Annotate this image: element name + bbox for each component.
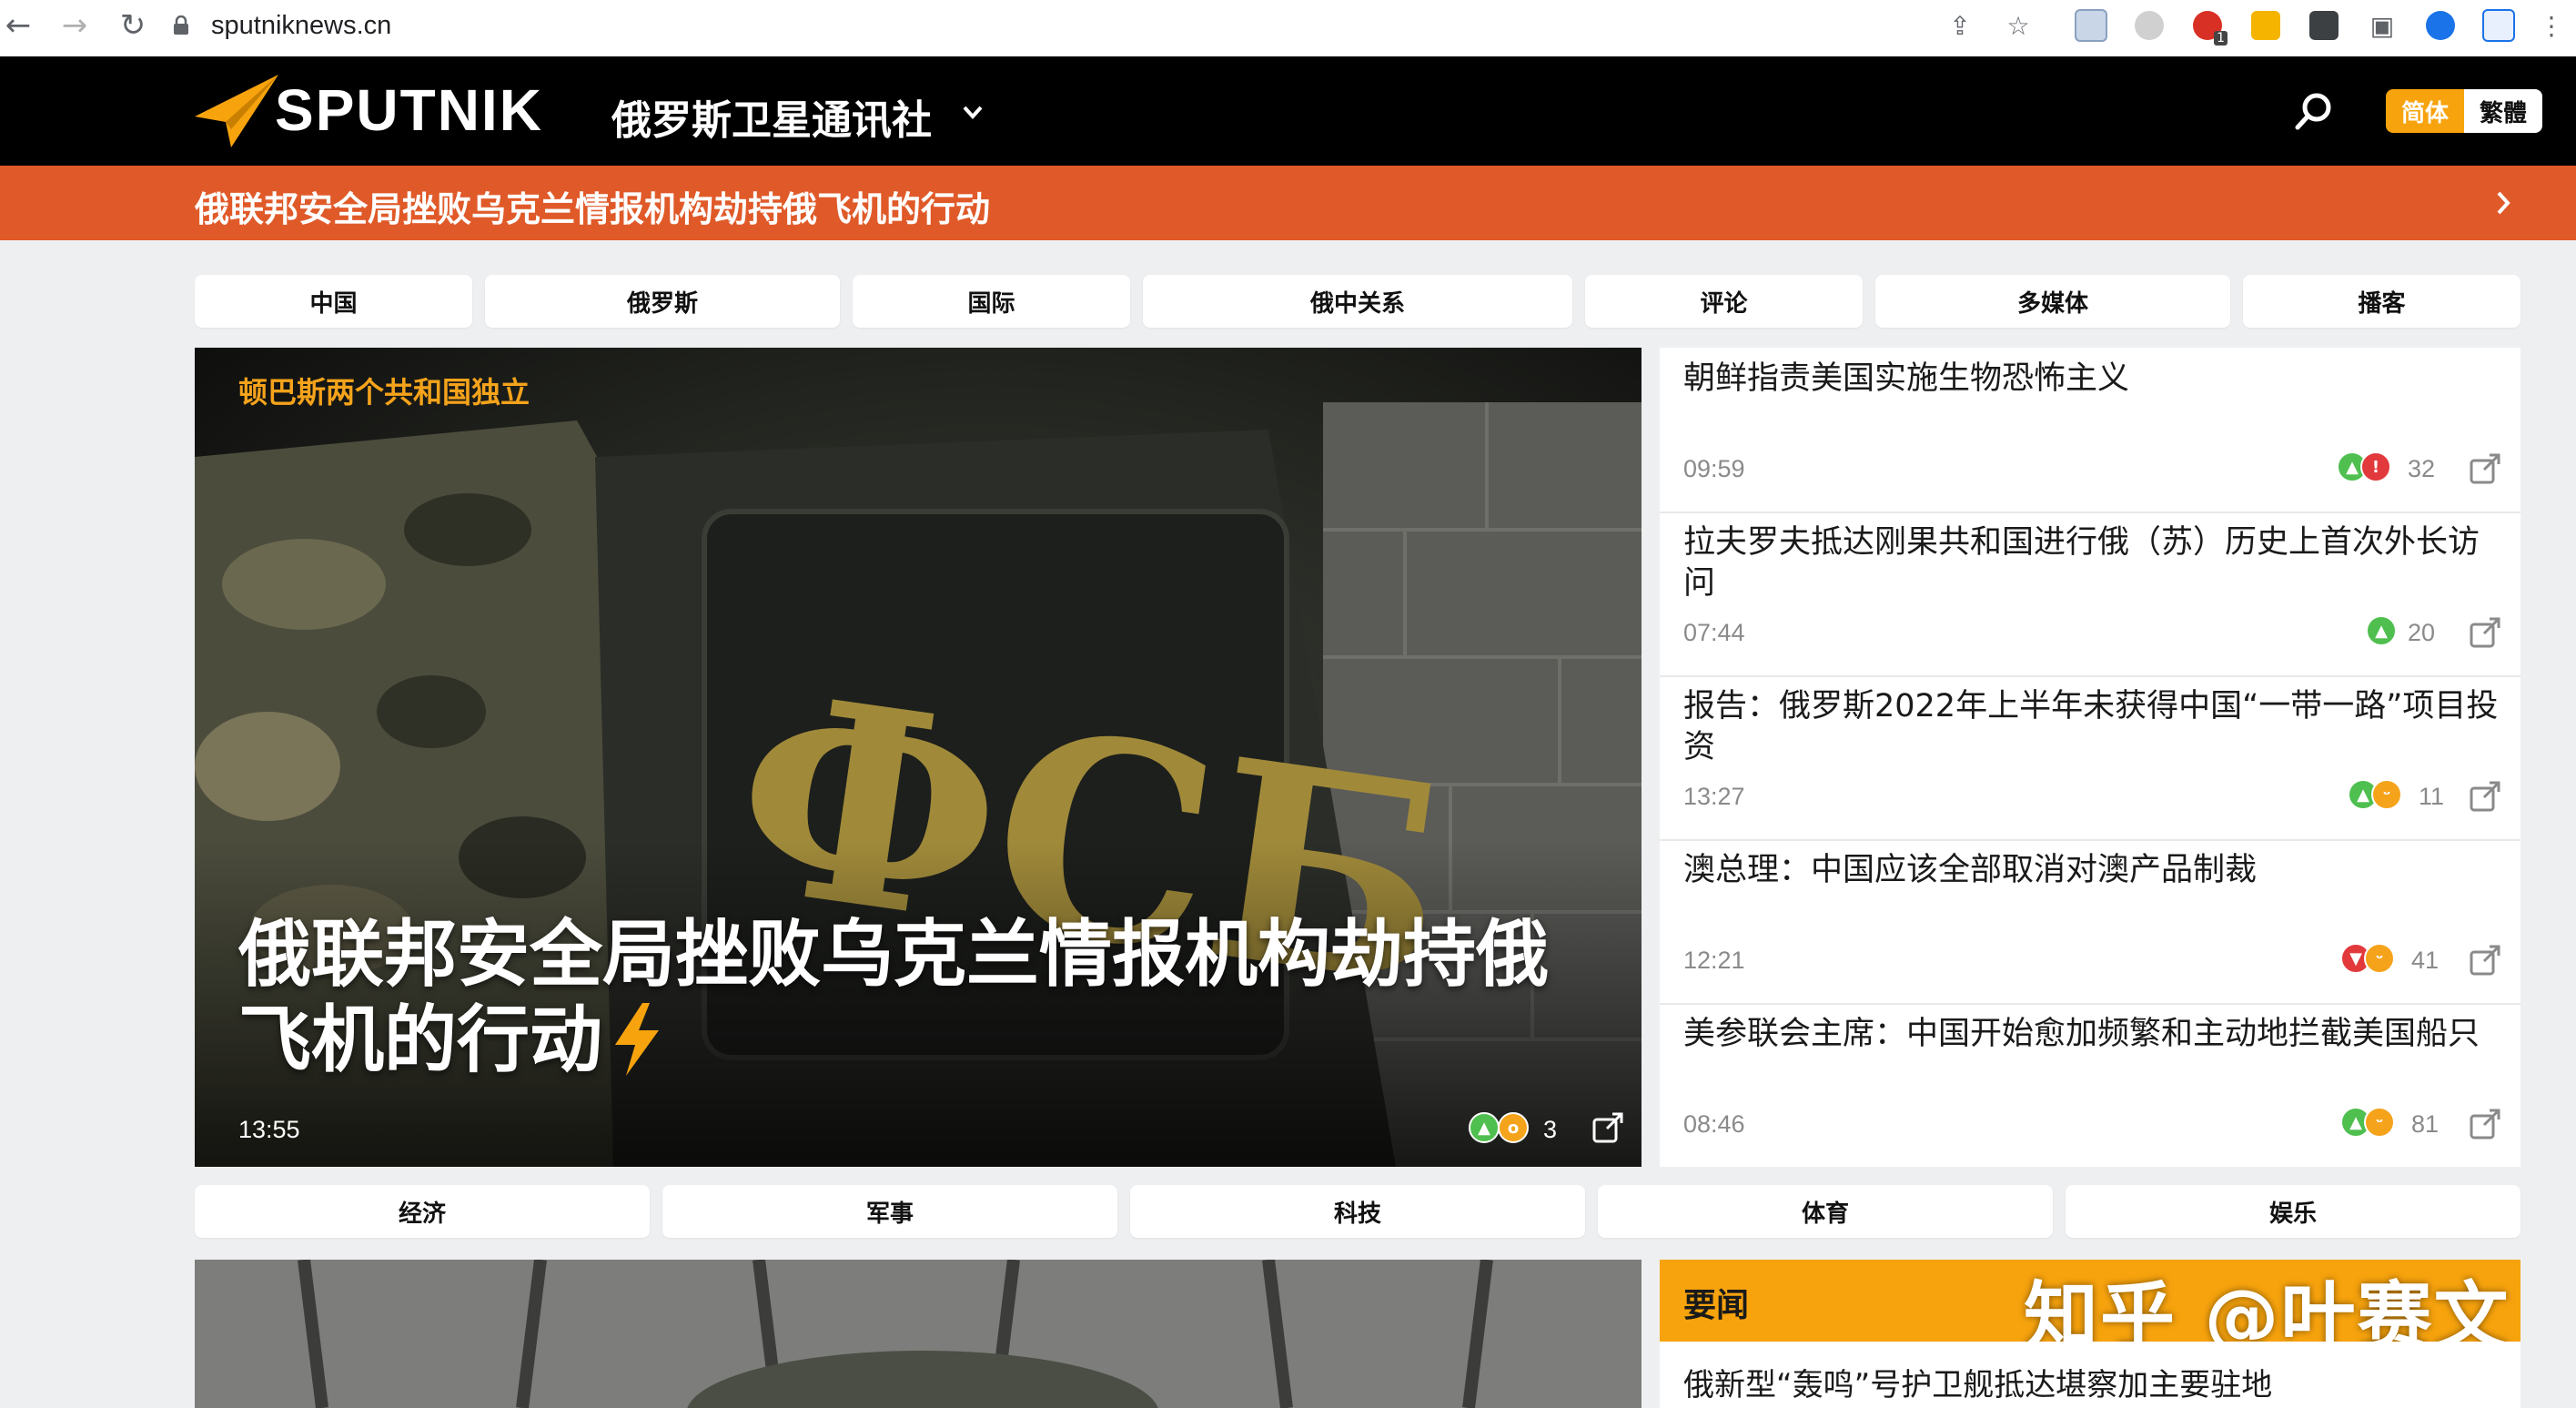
- adblock-extension-icon[interactable]: 1: [2189, 7, 2227, 46]
- bookmark-star-icon[interactable]: ☆: [2000, 7, 2036, 44]
- hero-title[interactable]: 俄联邦安全局挫败乌克兰情报机构劫持俄飞机的行动: [238, 912, 1585, 1083]
- back-arrow-icon[interactable]: ←: [0, 7, 36, 44]
- like-reaction-icon[interactable]: ▲: [2366, 615, 2397, 646]
- list-item[interactable]: 美参联会主席：中国开始愈加频繁和主动地拦截美国船只 08:46 ▲ ᵕ 81: [1660, 1003, 2520, 1167]
- list-item[interactable]: 拉夫罗夫抵达刚果共和国进行俄（苏）历史上首次外长访问 07:44 ▲ 20: [1660, 512, 2520, 677]
- lock-icon: [174, 15, 188, 35]
- tab-russia[interactable]: 俄罗斯: [485, 275, 840, 328]
- list-item-time: 08:46: [1683, 1110, 1745, 1138]
- share-icon[interactable]: [2468, 1107, 2502, 1141]
- menu-extension-icon[interactable]: [2306, 7, 2342, 44]
- list-item-count: 81: [2411, 1110, 2440, 1138]
- list-item-time: 07:44: [1683, 619, 1745, 646]
- reload-icon[interactable]: ↻: [115, 7, 151, 44]
- address-bar[interactable]: sputniknews.cn: [171, 5, 1991, 46]
- news-list: 朝鲜指责美国实施生物恐怖主义 09:59 ▲ ! 32 拉夫罗夫抵达刚果共和国进…: [1660, 348, 2520, 1167]
- hero-kicker[interactable]: 顿巴斯两个共和国独立: [238, 370, 530, 411]
- logo-text[interactable]: SPUTNIK: [275, 76, 543, 144]
- tab-sports[interactable]: 体育: [1598, 1185, 2053, 1238]
- breaking-news-text[interactable]: 俄联邦安全局挫败乌克兰情报机构劫持俄飞机的行动: [195, 181, 990, 231]
- share-icon[interactable]: [2468, 779, 2502, 814]
- image-extension-icon[interactable]: [2073, 7, 2109, 44]
- camera-extension-icon[interactable]: ▣: [2364, 7, 2400, 44]
- url-text: sputniknews.cn: [211, 10, 392, 40]
- list-item[interactable]: 朝鲜指责美国实施生物恐怖主义 09:59 ▲ ! 32: [1660, 348, 2520, 513]
- more-menu-icon[interactable]: ⋮: [2533, 7, 2570, 44]
- tab-russia-china[interactable]: 俄中关系: [1143, 275, 1572, 328]
- tab-economy[interactable]: 经济: [195, 1185, 650, 1238]
- laugh-reaction-icon[interactable]: ᵕ: [2371, 779, 2402, 810]
- video-extension-icon[interactable]: [2422, 7, 2459, 44]
- list-item-title[interactable]: 美参联会主席：中国开始愈加频繁和主动地拦截美国船只: [1683, 1014, 2502, 1055]
- dark-mode-extension-icon[interactable]: [2131, 7, 2167, 44]
- hero-reaction-count: 3: [1543, 1116, 1558, 1143]
- chevron-down-icon[interactable]: [959, 98, 986, 126]
- yellow-extension-icon[interactable]: [2248, 7, 2284, 44]
- chevron-right-icon[interactable]: [2490, 187, 2517, 218]
- tab-china[interactable]: 中国: [195, 275, 472, 328]
- hero-time: 13:55: [238, 1116, 300, 1143]
- lang-simplified-button[interactable]: 简体: [2386, 89, 2464, 133]
- tab-podcast[interactable]: 播客: [2243, 275, 2520, 328]
- tab-military[interactable]: 军事: [662, 1185, 1117, 1238]
- laugh-reaction-icon[interactable]: ᵕ: [2364, 943, 2395, 974]
- site-name[interactable]: 俄罗斯卫星通讯社: [611, 87, 932, 146]
- list-item-time: 09:59: [1683, 455, 1745, 482]
- list-item-count: 20: [2408, 619, 2436, 646]
- tab-opinion[interactable]: 评论: [1585, 275, 1863, 328]
- search-icon[interactable]: [2293, 91, 2335, 133]
- top-news-item-title[interactable]: 俄新型“轰鸣”号护卫舰抵达堪察加主要驻地: [1683, 1360, 2272, 1404]
- list-item-title[interactable]: 朝鲜指责美国实施生物恐怖主义: [1683, 359, 2502, 400]
- list-item[interactable]: 澳总理：中国应该全部取消对澳产品制裁 12:21 ▼ ᵕ 41: [1660, 839, 2520, 1005]
- language-switch: 简体 繁體: [2386, 89, 2542, 133]
- lang-traditional-button[interactable]: 繁體: [2464, 89, 2542, 133]
- share-icon[interactable]: [2468, 943, 2502, 977]
- hero-article[interactable]: ФСБ 顿巴斯两个共和国独立 俄联邦安全局挫败乌克兰情报机构劫持俄飞机的行动 1…: [195, 348, 1642, 1167]
- share-icon[interactable]: [2468, 451, 2502, 486]
- list-item-title[interactable]: 澳总理：中国应该全部取消对澳产品制裁: [1683, 850, 2502, 891]
- list-item-count: 41: [2411, 947, 2440, 974]
- like-reaction-icon[interactable]: ▲: [1469, 1112, 1500, 1143]
- secondary-article-image[interactable]: [195, 1260, 1642, 1408]
- sputnik-logo-icon[interactable]: [195, 75, 278, 147]
- list-item-count: 11: [2419, 783, 2445, 810]
- tab-tech[interactable]: 科技: [1130, 1185, 1585, 1238]
- extension-badge: 1: [2214, 31, 2227, 46]
- wow-reaction-icon[interactable]: o: [1498, 1112, 1529, 1143]
- forest-photo: [195, 1260, 1642, 1408]
- top-news-label: 要闻: [1683, 1287, 1750, 1324]
- translate-extension-icon[interactable]: [2480, 7, 2517, 44]
- forward-arrow-icon[interactable]: →: [56, 7, 93, 44]
- list-item-title[interactable]: 拉夫罗夫抵达刚果共和国进行俄（苏）历史上首次外长访问: [1683, 522, 2502, 604]
- list-item-time: 12:21: [1683, 947, 1745, 974]
- tab-multimedia[interactable]: 多媒体: [1875, 275, 2230, 328]
- share-page-icon[interactable]: ⇪: [1942, 7, 1978, 44]
- angry-reaction-icon[interactable]: !: [2360, 451, 2391, 482]
- laugh-reaction-icon[interactable]: ᵕ: [2364, 1107, 2395, 1138]
- share-icon[interactable]: [1591, 1110, 1625, 1145]
- lightning-icon: [615, 1003, 659, 1076]
- list-item-title[interactable]: 报告：俄罗斯2022年上半年未获得中国“一带一路”项目投资: [1683, 686, 2502, 768]
- tab-international[interactable]: 国际: [853, 275, 1130, 328]
- list-item-count: 32: [2408, 455, 2436, 482]
- list-item[interactable]: 报告：俄罗斯2022年上半年未获得中国“一带一路”项目投资 13:27 ▲ ᵕ …: [1660, 675, 2520, 841]
- share-icon[interactable]: [2468, 615, 2502, 650]
- tab-entertainment[interactable]: 娱乐: [2066, 1185, 2520, 1238]
- list-item-time: 13:27: [1683, 783, 1745, 810]
